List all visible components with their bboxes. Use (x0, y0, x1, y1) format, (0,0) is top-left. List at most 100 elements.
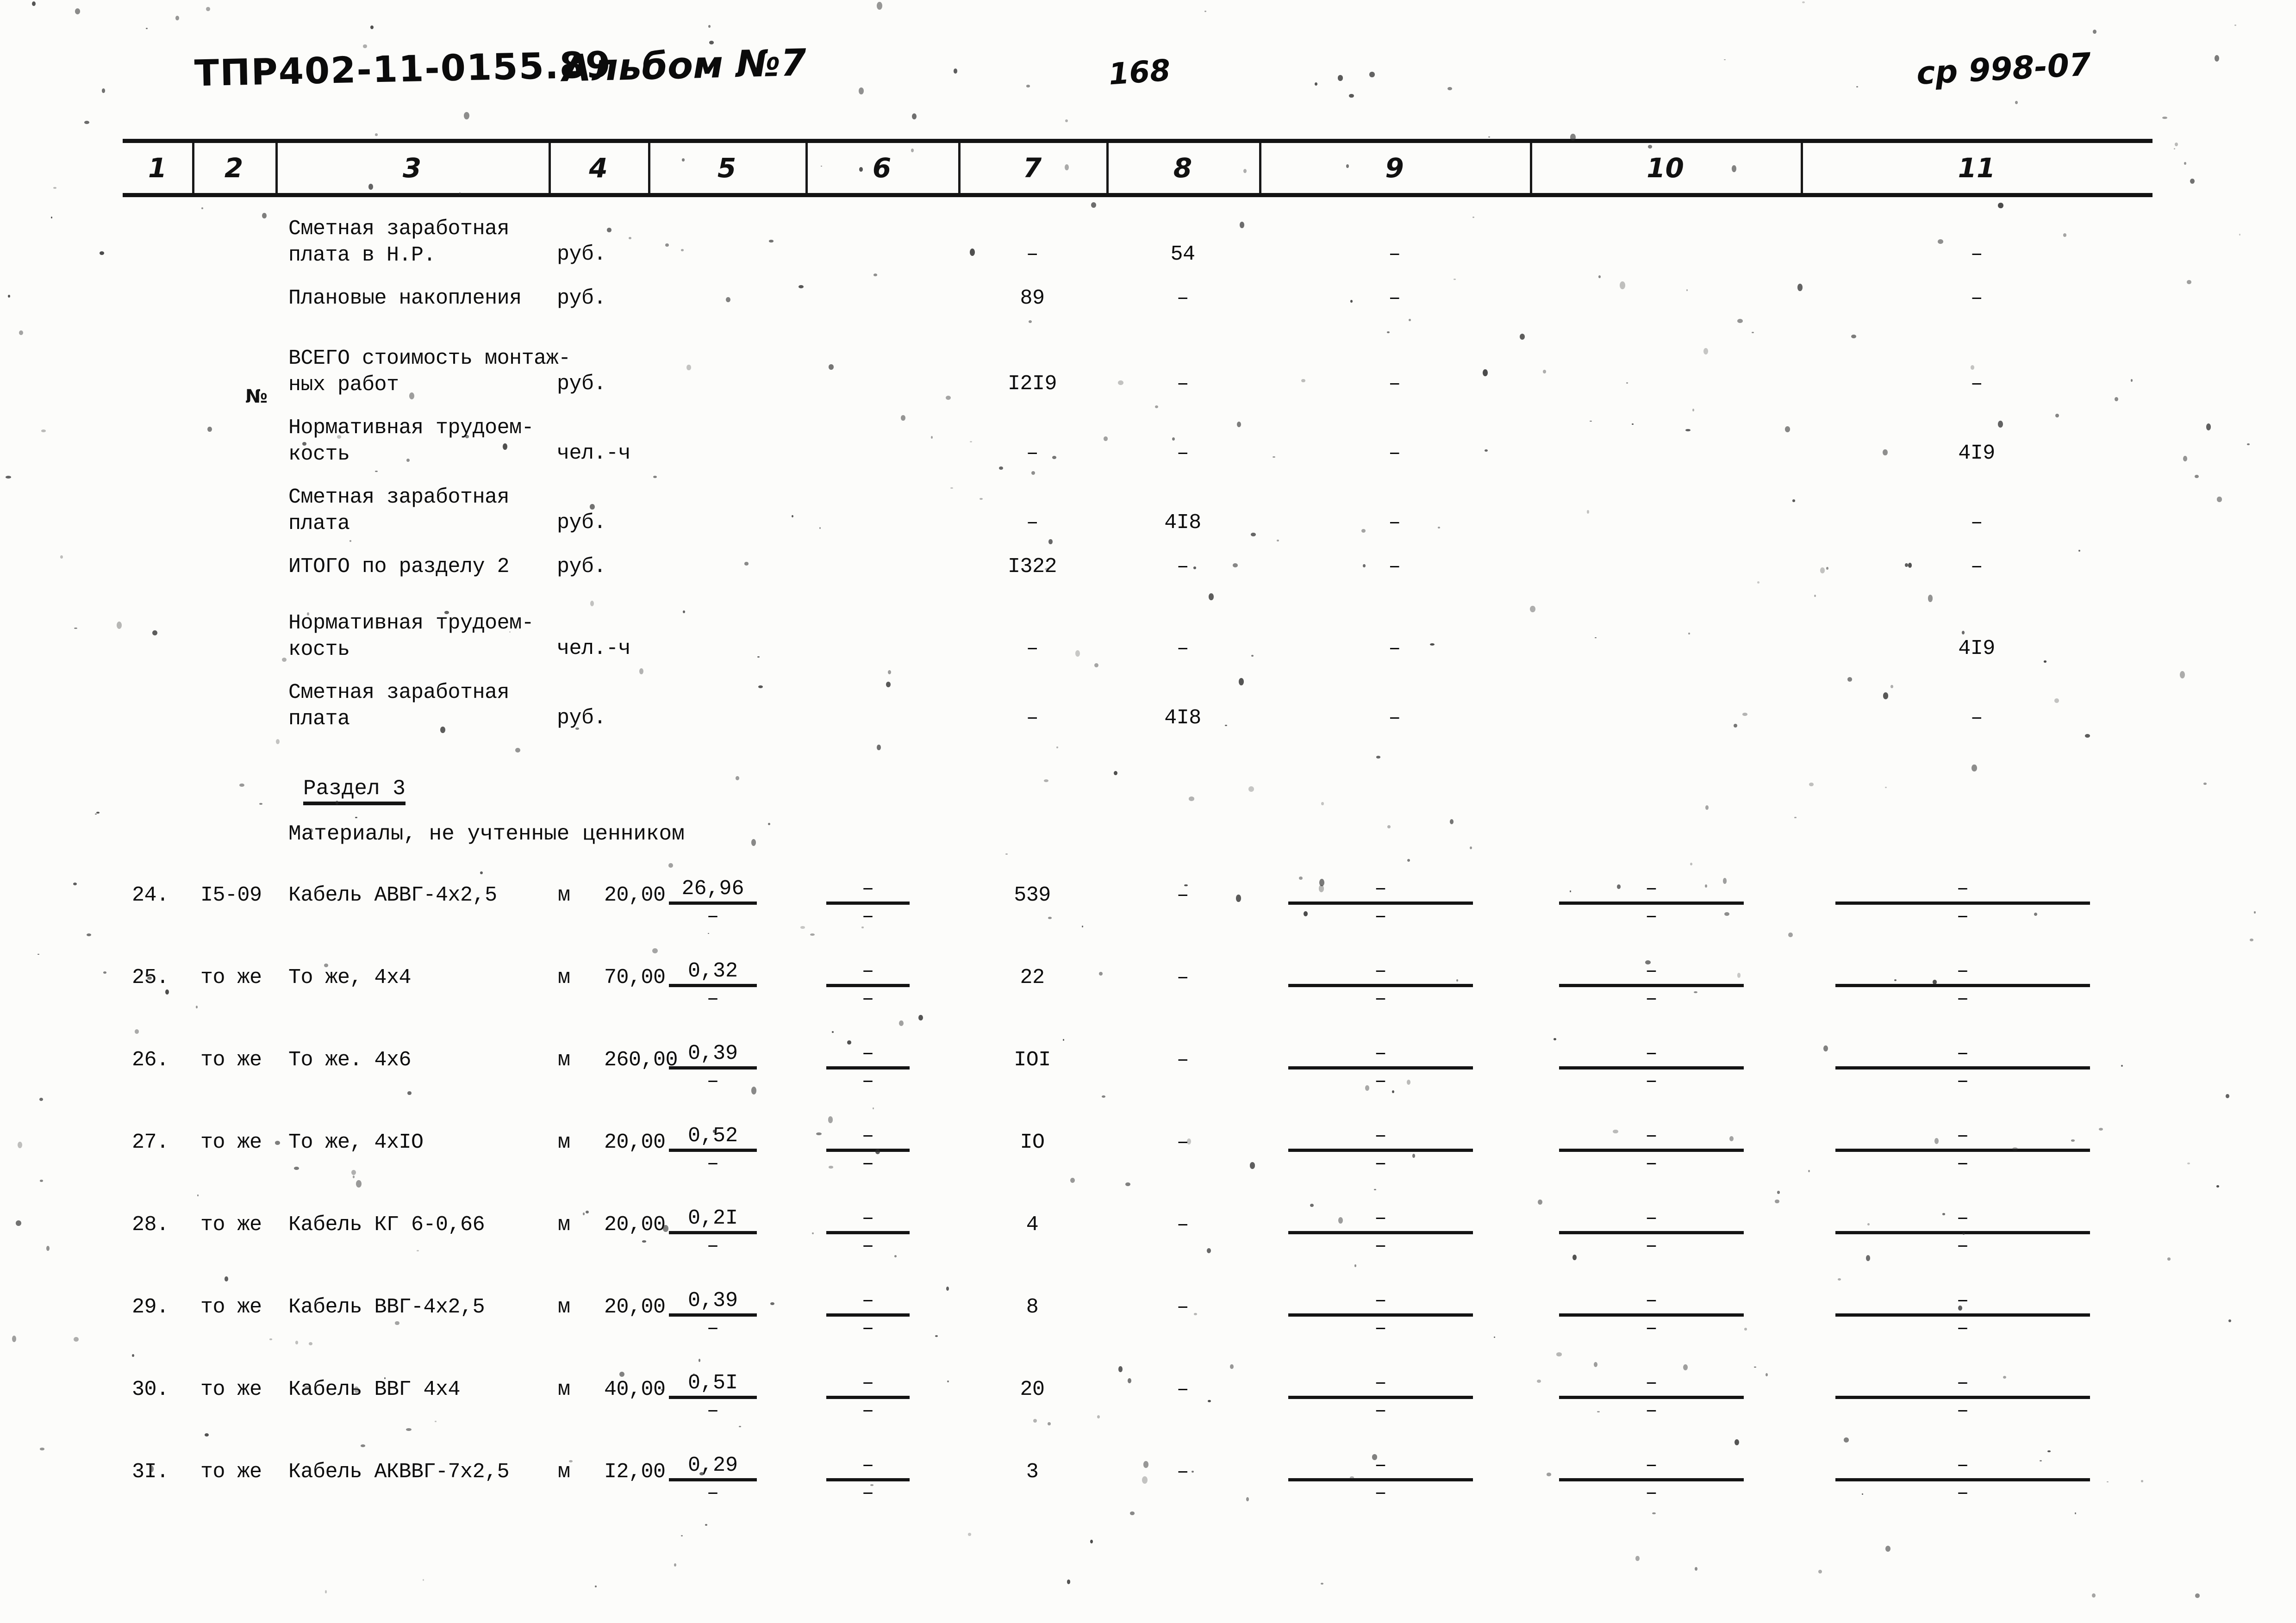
material-row-col6-numerator: – (861, 1371, 874, 1395)
fraction-rule (669, 1478, 757, 1481)
column-number-9: 9 (1385, 152, 1404, 184)
material-row-col5: 0,2I – (662, 1207, 764, 1256)
material-row-col11-numerator: – (1956, 959, 1969, 983)
column-divider (1106, 143, 1109, 193)
material-row-col6-numerator: – (861, 959, 874, 983)
row-col9-value: – (1388, 372, 1401, 396)
material-row-col9-numerator: – (1374, 1289, 1387, 1312)
material-row-col10: – – (1544, 1454, 1759, 1504)
row-col9-value: – (1388, 243, 1401, 266)
material-row-col7-value: 8 (1026, 1295, 1039, 1319)
material-row-col11-denominator: – (1956, 1234, 1969, 1258)
material-row-col9-numerator: – (1374, 877, 1387, 901)
fraction-rule (1559, 1313, 1744, 1317)
fraction-rule (1559, 1396, 1744, 1399)
material-row-col10: – – (1544, 1042, 1759, 1092)
material-row-col11-numerator: – (1956, 1454, 1969, 1477)
material-row-col9-denominator: – (1374, 987, 1387, 1011)
material-row-col9: – – (1273, 1372, 1488, 1421)
fraction-rule (1559, 1231, 1744, 1234)
material-row-code: то же (200, 1048, 262, 1072)
material-row-col6-numerator: – (861, 877, 874, 901)
material-row-col11-denominator: – (1956, 987, 1969, 1011)
material-row-col5: 0,29 – (662, 1454, 764, 1504)
row-description: ИТОГО по разделу 2 (288, 555, 510, 578)
material-row-name: То же, 4хIO (288, 1131, 424, 1154)
material-row-number: 25. (132, 966, 169, 989)
column-divider (1801, 143, 1803, 193)
material-row-col11: – – (1815, 960, 2111, 1009)
material-row-col10-numerator: – (1645, 877, 1658, 901)
material-row-col8-value: – (1176, 1460, 1189, 1484)
row-col9-value: – (1388, 511, 1401, 535)
row-description: Нормативная трудоем- кость (288, 611, 534, 661)
material-row-col6-numerator: – (861, 1124, 874, 1148)
material-row-col9: – – (1273, 1125, 1488, 1174)
fraction-rule (1288, 1231, 1473, 1234)
row-col7-value: 89 (1020, 286, 1045, 310)
column-number-8: 8 (1173, 152, 1192, 184)
material-row-col9-denominator: – (1374, 905, 1387, 928)
fraction-rule (826, 1066, 910, 1070)
fraction-rule (1288, 1066, 1473, 1070)
row-unit: руб. (557, 706, 606, 730)
fraction-rule (826, 984, 910, 987)
row-col8-value: – (1176, 372, 1189, 396)
row-description: Плановые накопления (288, 286, 522, 310)
fraction-rule (1288, 1478, 1473, 1481)
column-divider (805, 143, 808, 193)
material-row-col11-denominator: – (1956, 1399, 1969, 1423)
material-row-col6: – – (819, 1372, 917, 1421)
material-row-code: I5-09 (200, 883, 262, 907)
material-row-col6: – – (819, 1289, 917, 1339)
material-row-col5-denominator: – (706, 1481, 719, 1505)
material-row-col5: 0,32 – (662, 960, 764, 1009)
row-col11-value: – (1970, 243, 1983, 266)
column-number-11: 11 (1958, 152, 1996, 184)
material-row-col6-denominator: – (861, 1152, 874, 1175)
row-description: Сметная заработная плата (288, 681, 510, 731)
material-row-col7-value: IOI (1014, 1048, 1051, 1072)
fraction-rule (669, 1313, 757, 1317)
material-row-col9: – – (1273, 1454, 1488, 1504)
material-row-col10: – – (1544, 1207, 1759, 1256)
fraction-rule (826, 1231, 910, 1234)
material-row-col11: – – (1815, 1454, 2111, 1504)
column-number-5: 5 (717, 152, 736, 184)
column-number-1: 1 (148, 152, 167, 184)
material-row-col9-denominator: – (1374, 1152, 1387, 1175)
column-number-6: 6 (872, 152, 892, 184)
row-col9-value: – (1388, 442, 1401, 465)
material-row-col10-denominator: – (1645, 1152, 1658, 1175)
material-row-col10: – – (1544, 960, 1759, 1009)
material-row-col10-numerator: – (1645, 1371, 1658, 1395)
row-col8-value: – (1176, 637, 1189, 660)
material-row-col9-denominator: – (1374, 1399, 1387, 1423)
material-row-col7-value: 20 (1020, 1378, 1045, 1401)
material-row-number: 28. (132, 1213, 169, 1237)
material-row-col8-value: – (1176, 966, 1189, 989)
material-row-col10-numerator: – (1645, 1289, 1658, 1312)
column-number-4: 4 (589, 152, 608, 184)
row-col7-value: – (1026, 243, 1039, 266)
row-col8-value: – (1176, 442, 1189, 465)
material-row-col5-numerator: 0,2I (687, 1206, 738, 1230)
row-col11-value: – (1970, 286, 1983, 310)
column-divider (549, 143, 551, 193)
material-row-col5-denominator: – (706, 987, 719, 1011)
row-description: Нормативная трудоем- кость (288, 416, 534, 466)
material-row-name: Кабель ВВГ-4х2,5 (288, 1295, 485, 1319)
material-row-col5-denominator: – (706, 1317, 719, 1340)
fraction-rule (826, 1396, 910, 1399)
row-col7-value: – (1026, 706, 1039, 730)
material-row-col9-numerator: – (1374, 959, 1387, 983)
fraction-rule (1288, 1149, 1473, 1152)
material-row-col10-numerator: – (1645, 1042, 1658, 1065)
material-row-code: то же (200, 1131, 262, 1154)
material-row-col6-denominator: – (861, 1234, 874, 1258)
material-row-col5-numerator: 0,5I (687, 1371, 738, 1395)
row-col9-value: – (1388, 637, 1401, 660)
row-col11-value: – (1970, 706, 1983, 730)
material-row-col10-numerator: – (1645, 1124, 1658, 1148)
material-row-col10-numerator: – (1645, 1206, 1658, 1230)
